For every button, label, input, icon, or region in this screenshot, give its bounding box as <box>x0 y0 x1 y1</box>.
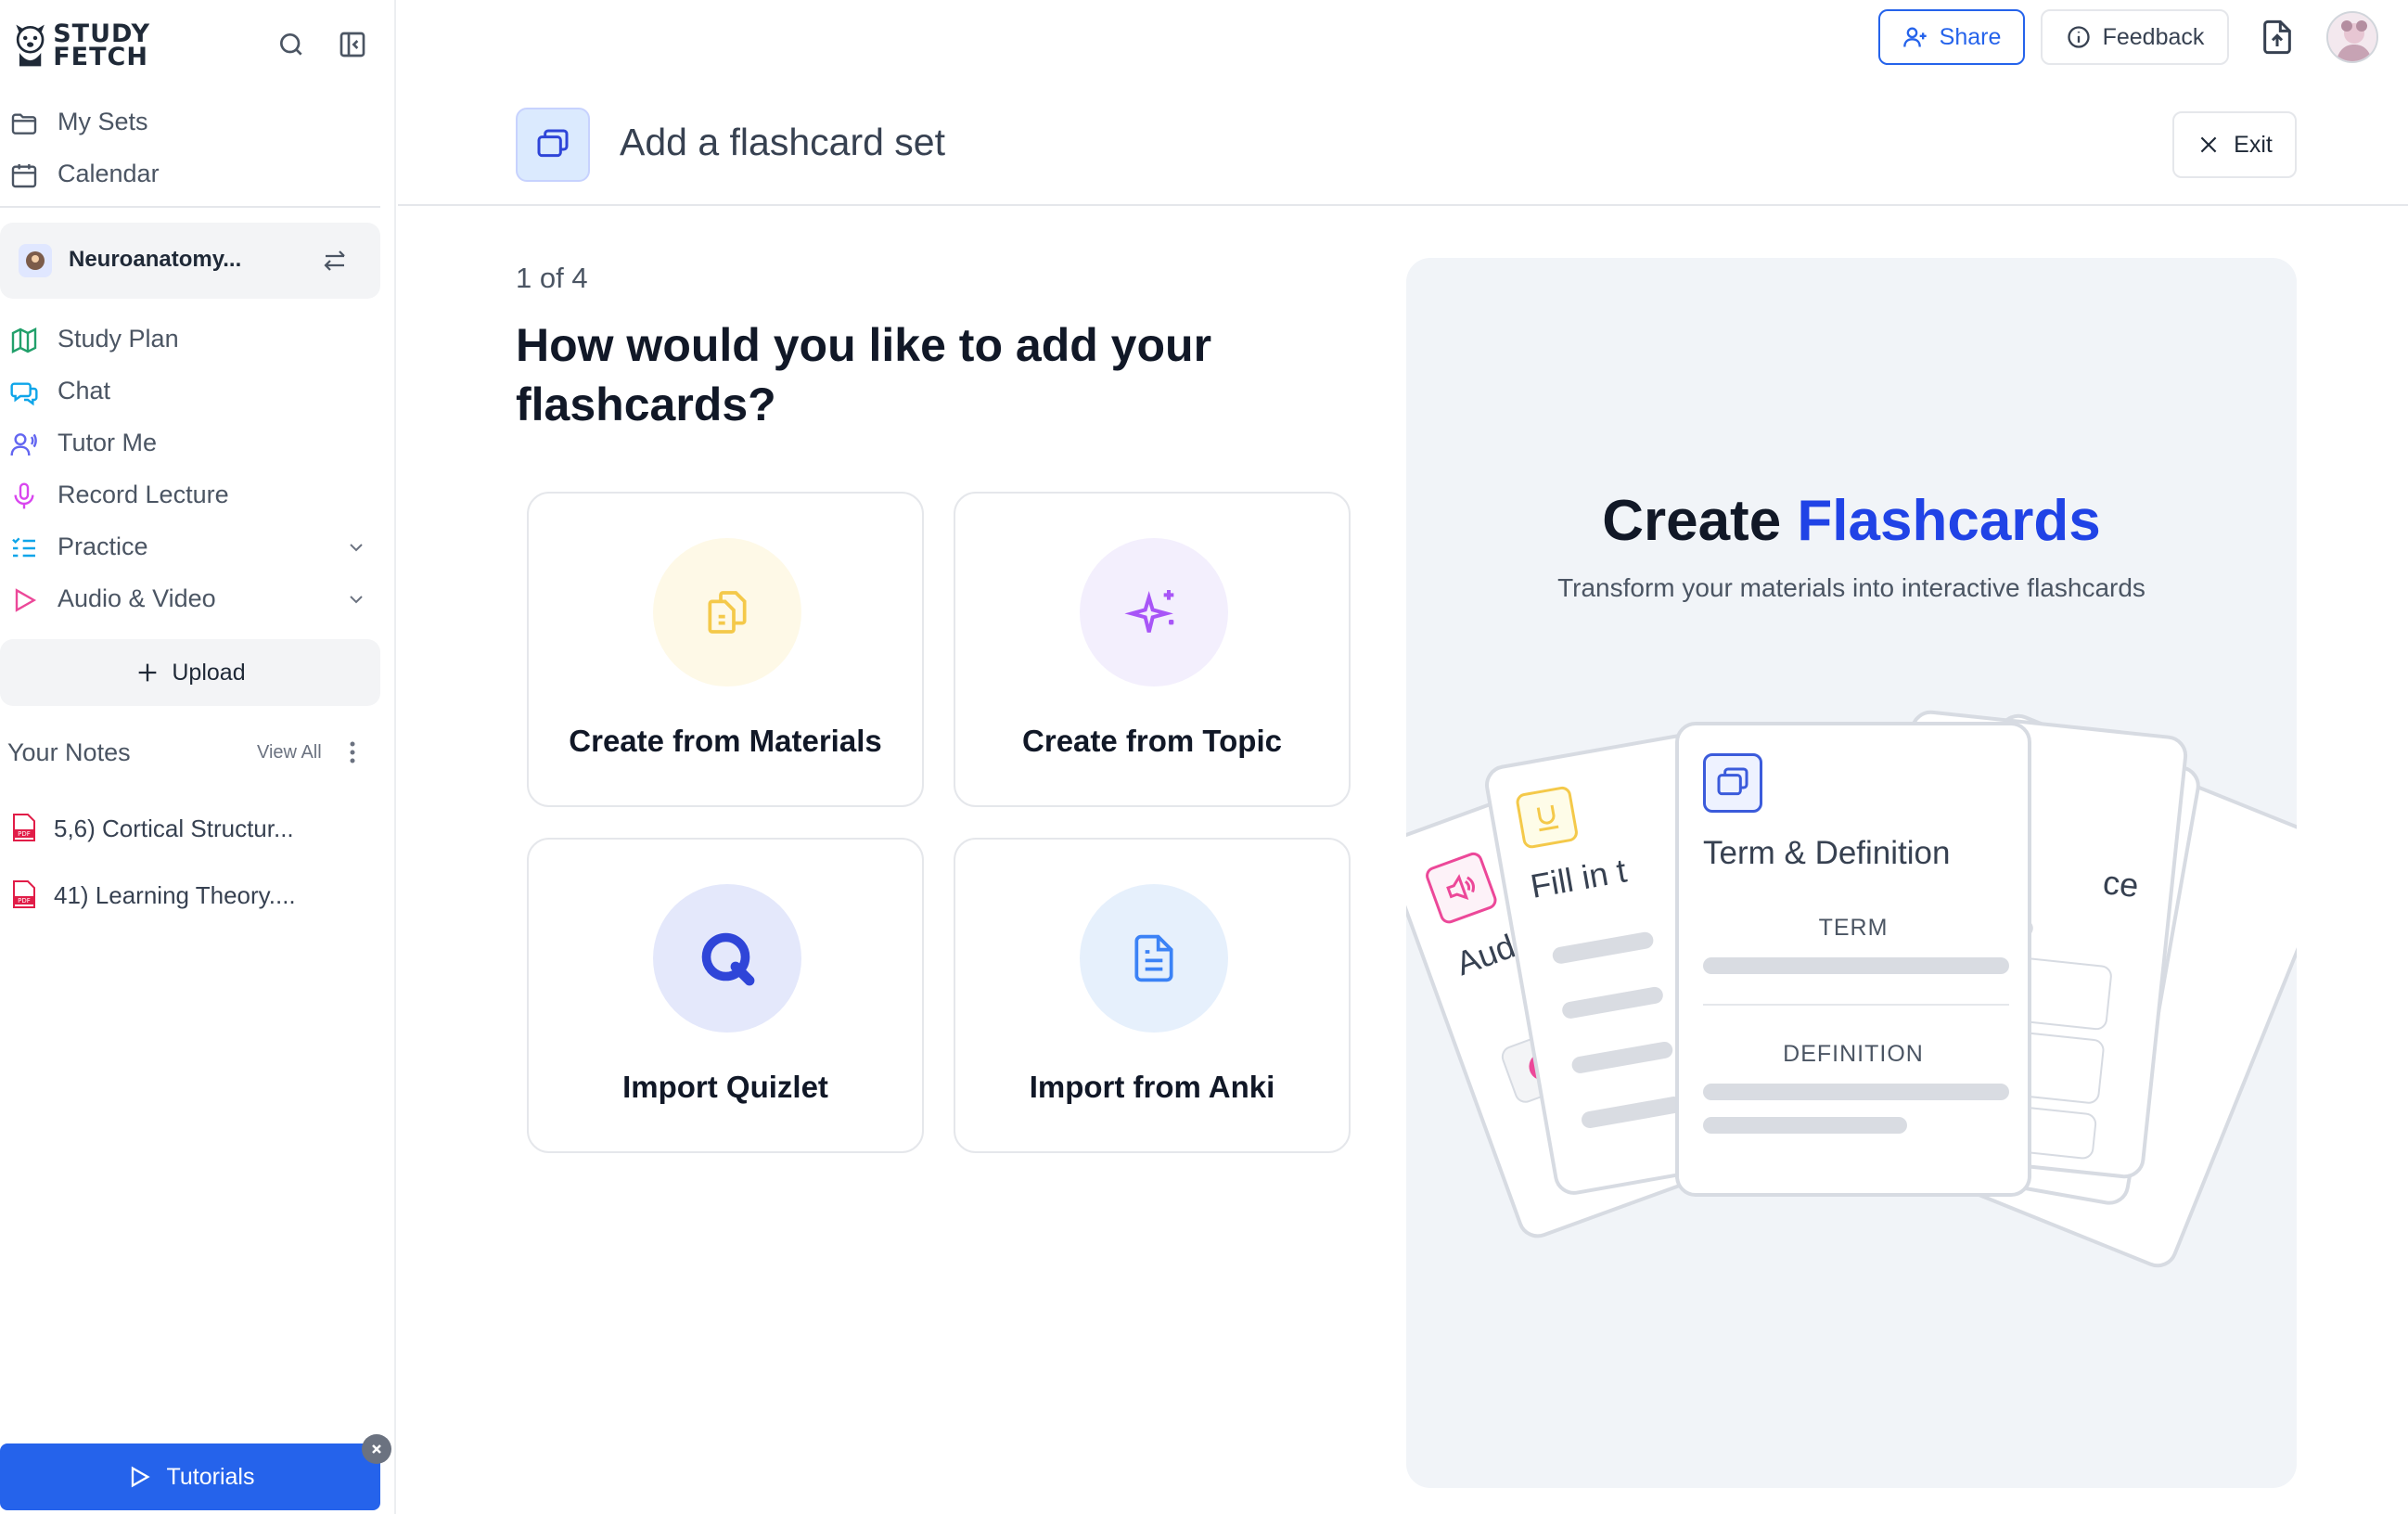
sidebar-item-label: Study Plan <box>58 324 179 353</box>
collapse-sidebar-icon[interactable] <box>334 26 371 63</box>
sidebar-item-audio-video[interactable]: Audio & Video <box>0 573 390 623</box>
sidebar-item-calendar[interactable]: Calendar <box>0 148 390 199</box>
add-user-icon <box>1902 27 1927 47</box>
upload-button[interactable]: Upload <box>0 639 380 706</box>
option-label: Create from Materials <box>569 724 882 758</box>
quizlet-icon <box>701 932 755 986</box>
info-icon <box>2067 26 2090 48</box>
option-label: Import Quizlet <box>622 1070 828 1104</box>
note-title: 5,6) Cortical Structur... <box>54 815 294 842</box>
sidebar-item-label: Calendar <box>58 159 160 187</box>
file-upload-icon[interactable] <box>2259 19 2296 56</box>
sidebar-item-record-lecture[interactable]: Record Lecture <box>0 469 390 520</box>
notes-section-title: Your Notes <box>7 738 131 766</box>
chevron-down-icon <box>350 544 363 552</box>
play-icon <box>131 1466 150 1488</box>
tutorials-label: Tutorials <box>166 1463 255 1490</box>
map-icon <box>11 327 37 353</box>
sidebar-item-label: Record Lecture <box>58 480 229 508</box>
documents-icon <box>708 591 747 634</box>
list-icon <box>12 537 35 558</box>
play-icon <box>15 588 37 612</box>
flashcard-set-icon <box>516 108 590 182</box>
option-icon-circle <box>1080 884 1228 1033</box>
close-icon <box>2200 136 2217 153</box>
sidebar-item-my-sets[interactable]: My Sets <box>0 96 390 147</box>
feedback-button[interactable]: Feedback <box>2041 9 2229 65</box>
option-icon-circle <box>653 538 801 686</box>
sidebar: STUDY FETCH My Sets Calendar Neuroanatom… <box>0 0 396 1514</box>
course-avatar <box>19 244 52 277</box>
sidebar-item-label: Practice <box>58 532 148 560</box>
dog-logo-icon <box>16 24 45 67</box>
preview-card-label: Fill in t <box>1527 851 1630 905</box>
flashcard-fan-illustration: n Audio TE Fill in t <box>1406 258 2297 1488</box>
note-title: 41) Learning Theory.... <box>54 881 296 909</box>
note-item[interactable]: PDF 5,6) Cortical Structur... <box>0 800 380 855</box>
sidebar-item-label: Tutor Me <box>58 428 158 456</box>
step-indicator: 1 of 4 <box>516 262 588 294</box>
logo-text: STUDY FETCH <box>53 19 150 71</box>
upload-label: Upload <box>172 659 246 686</box>
plus-icon <box>139 663 157 682</box>
option-icon-circle <box>653 884 801 1033</box>
tutorials-button[interactable]: Tutorials <box>0 1443 380 1510</box>
studyfetch-logo[interactable]: STUDY FETCH <box>11 17 150 74</box>
import-quizlet-option[interactable]: Import Quizlet <box>527 838 924 1153</box>
preview-card-title: Term & Definition <box>1703 835 1951 871</box>
note-item[interactable]: PDF 41) Learning Theory.... <box>0 866 380 922</box>
preview-card-label: ce <box>2101 863 2141 905</box>
underline-icon <box>1514 785 1580 850</box>
sidebar-item-label: Chat <box>58 376 111 404</box>
sidebar-divider <box>0 206 380 208</box>
svg-text:PDF: PDF <box>18 897 31 905</box>
close-tutorials-icon[interactable] <box>362 1434 391 1464</box>
feedback-label: Feedback <box>2102 23 2205 50</box>
import-from-anki-option[interactable]: Import from Anki <box>954 838 1351 1153</box>
microphone-icon <box>14 482 34 509</box>
search-icon[interactable] <box>273 26 310 63</box>
create-from-topic-option[interactable]: Create from Topic <box>954 492 1351 807</box>
page-title: Add a flashcard set <box>620 121 945 163</box>
pdf-file-icon: PDF <box>13 814 35 841</box>
chat-icon <box>10 382 38 406</box>
sidebar-item-study-plan[interactable]: Study Plan <box>0 314 390 364</box>
view-all-link[interactable]: View All <box>257 742 322 763</box>
sidebar-item-tutor-me[interactable]: Tutor Me <box>0 417 390 468</box>
option-label: Create from Topic <box>1022 724 1282 758</box>
sidebar-item-chat[interactable]: Chat <box>0 366 390 416</box>
create-from-materials-option[interactable]: Create from Materials <box>527 492 924 807</box>
option-label: Import from Anki <box>1029 1070 1275 1104</box>
option-icon-circle <box>1080 538 1228 686</box>
sidebar-item-label: Audio & Video <box>58 584 216 612</box>
svg-text:PDF: PDF <box>18 830 31 838</box>
preview-card-definition: DEFINITION <box>1783 1041 1924 1067</box>
tutor-icon <box>10 433 37 456</box>
exit-label: Exit <box>2234 131 2273 158</box>
calendar-icon <box>11 164 37 188</box>
file-icon <box>1134 934 1173 982</box>
pdf-file-icon: PDF <box>13 880 35 908</box>
folder-icon <box>11 113 37 135</box>
course-name: Neuroanatomy... <box>69 247 242 272</box>
exit-button[interactable]: Exit <box>2172 111 2297 178</box>
more-vertical-icon[interactable] <box>343 738 362 766</box>
preview-panel: Create Flashcards Transform your materia… <box>1406 258 2297 1488</box>
header-divider <box>398 204 2408 206</box>
share-label: Share <box>1939 23 2002 50</box>
user-avatar[interactable] <box>2326 11 2378 63</box>
sparkle-icon <box>1124 590 1174 633</box>
speaker-icon <box>1423 850 1500 927</box>
step-question: How would you like to add your flashcard… <box>516 319 1212 430</box>
sidebar-item-practice[interactable]: Practice <box>0 521 390 571</box>
chevron-down-icon <box>350 596 363 604</box>
preview-card-term-definition: Term & Definition TERM DEFINITION <box>1675 722 2031 1197</box>
flashcard-icon <box>1703 753 1762 813</box>
preview-card-term: TERM <box>1818 915 1889 941</box>
switch-arrows-icon[interactable] <box>321 247 349 275</box>
sidebar-item-label: My Sets <box>58 107 148 135</box>
share-button[interactable]: Share <box>1878 9 2025 65</box>
